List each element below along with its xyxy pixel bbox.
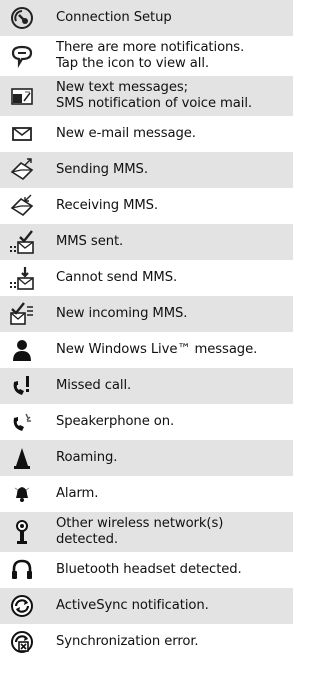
list-item-label: There are more notifications. Tap the ic… bbox=[56, 40, 245, 71]
list-item: Alarm. bbox=[0, 476, 293, 512]
list-item: Synchronization error. bbox=[0, 624, 293, 660]
text-message-icon bbox=[0, 84, 44, 108]
list-item-label: Speakerphone on. bbox=[56, 414, 175, 429]
list-item: Bluetooth headset detected. bbox=[0, 552, 293, 588]
list-item: Speakerphone on. bbox=[0, 404, 293, 440]
list-item-label: Other wireless network(s) detected. bbox=[56, 516, 224, 547]
bluetooth-headset-icon bbox=[0, 558, 44, 582]
sending-mms-icon bbox=[0, 157, 44, 183]
more-notifications-icon bbox=[0, 44, 44, 68]
list-item: Sending MMS. bbox=[0, 152, 293, 188]
list-item: There are more notifications. Tap the ic… bbox=[0, 36, 293, 76]
list-item-label: New Windows Live™ message. bbox=[56, 342, 258, 357]
receiving-mms-icon bbox=[0, 193, 44, 219]
list-item-label: Alarm. bbox=[56, 486, 99, 501]
list-item: New Windows Live™ message. bbox=[0, 332, 293, 368]
sync-error-icon bbox=[0, 630, 44, 654]
activesync-icon bbox=[0, 594, 44, 618]
windows-live-message-icon bbox=[0, 338, 44, 362]
list-item-label: New incoming MMS. bbox=[56, 306, 188, 321]
email-icon bbox=[0, 122, 44, 146]
incoming-mms-icon bbox=[0, 301, 44, 327]
list-item-label: ActiveSync notification. bbox=[56, 598, 209, 613]
list-item-label: Sending MMS. bbox=[56, 162, 148, 177]
list-item: ActiveSync notification. bbox=[0, 588, 293, 624]
connection-setup-icon bbox=[0, 6, 44, 30]
list-item-label: Missed call. bbox=[56, 378, 132, 393]
list-item: Missed call. bbox=[0, 368, 293, 404]
wireless-network-icon bbox=[0, 519, 44, 545]
list-item-label: Roaming. bbox=[56, 450, 118, 465]
list-item: Receiving MMS. bbox=[0, 188, 293, 224]
roaming-icon bbox=[0, 446, 44, 470]
list-item: MMS sent. bbox=[0, 224, 293, 260]
missed-call-icon bbox=[0, 374, 44, 398]
speakerphone-icon bbox=[0, 410, 44, 434]
list-item-label: Receiving MMS. bbox=[56, 198, 159, 213]
list-item-label: MMS sent. bbox=[56, 234, 124, 249]
mms-send-failed-icon bbox=[0, 265, 44, 291]
list-item: Roaming. bbox=[0, 440, 293, 476]
status-icon-legend: Connection Setup There are more notifica… bbox=[0, 0, 293, 675]
list-item-label: Cannot send MMS. bbox=[56, 270, 178, 285]
list-item: New text messages; SMS notification of v… bbox=[0, 76, 293, 116]
list-item: Connection Setup bbox=[0, 0, 293, 36]
list-item-label: New e-mail message. bbox=[56, 126, 196, 141]
list-item-label: Synchronization error. bbox=[56, 634, 199, 649]
alarm-icon bbox=[0, 484, 44, 504]
list-item-label: New text messages; SMS notification of v… bbox=[56, 80, 253, 111]
list-item: New e-mail message. bbox=[0, 116, 293, 152]
list-item-label: Connection Setup bbox=[56, 10, 172, 25]
list-item: Cannot send MMS. bbox=[0, 260, 293, 296]
list-item: Other wireless network(s) detected. bbox=[0, 512, 293, 552]
list-item-label: Bluetooth headset detected. bbox=[56, 562, 242, 577]
list-item: New incoming MMS. bbox=[0, 296, 293, 332]
mms-sent-icon bbox=[0, 229, 44, 255]
